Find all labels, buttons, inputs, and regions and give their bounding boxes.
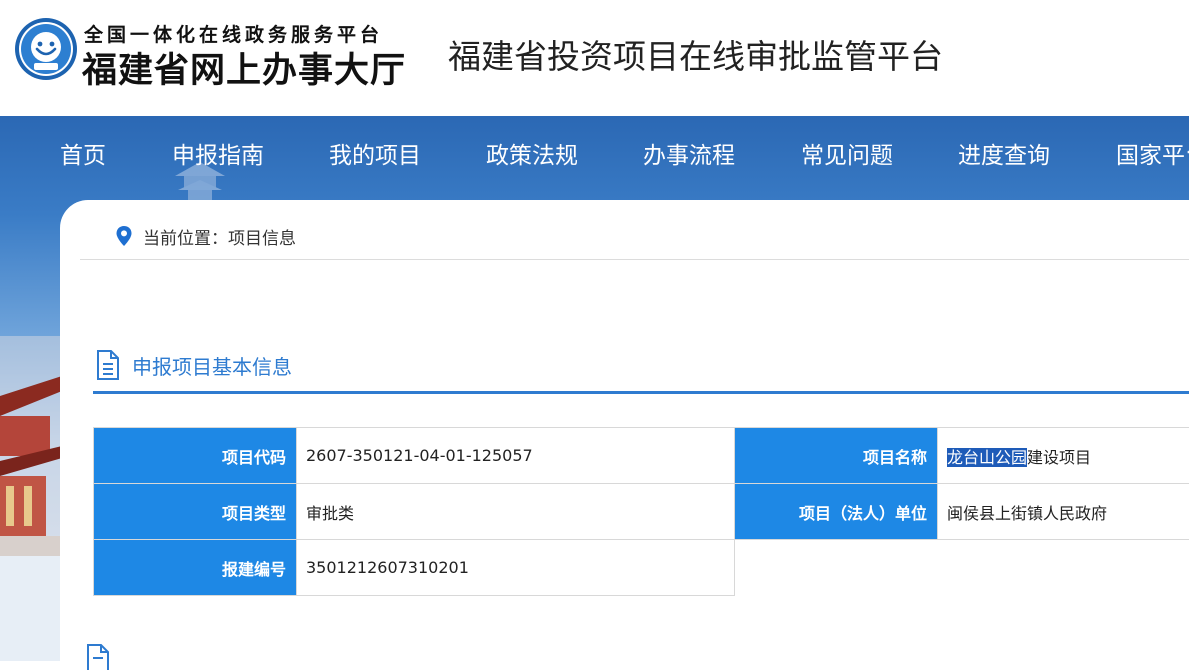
content-card: 当前位置：项目信息 申报项目基本信息 项目代码 2607-350121-04-0… [60, 200, 1189, 670]
empty-cell [735, 540, 1189, 596]
nav-item-faq[interactable]: 常见问题 [801, 136, 893, 170]
nav-item-policies[interactable]: 政策法规 [486, 136, 578, 170]
project-code-label: 项目代码 [94, 428, 297, 484]
site-title: 福建省投资项目在线审批监管平台 [448, 30, 943, 78]
project-name-selected-text: 龙台山公园 [947, 448, 1027, 467]
nav-item-home[interactable]: 首页 [60, 136, 106, 170]
table-row: 项目类型 审批类 项目（法人）单位 闽侯县上街镇人民政府 [94, 484, 1189, 540]
project-name-rest-text: 建设项目 [1027, 448, 1091, 467]
report-no-value: 3501212607310201 [297, 540, 735, 596]
next-section-header [86, 644, 122, 670]
document-icon [96, 350, 120, 380]
main-nav: 首页 申报指南 我的项目 政策法规 办事流程 常见问题 进度查询 国家平台 [0, 116, 1189, 188]
nav-item-national-platform[interactable]: 国家平台 [1116, 136, 1189, 170]
nav-item-guide[interactable]: 申报指南 [172, 136, 264, 170]
location-pin-icon [115, 225, 133, 247]
table-row: 报建编号 3501212607310201 [94, 540, 1189, 596]
report-no-label: 报建编号 [94, 540, 297, 596]
nav-item-process[interactable]: 办事流程 [643, 136, 735, 170]
unit-label: 项目（法人）单位 [735, 484, 938, 540]
unit-value: 闽侯县上街镇人民政府 [938, 484, 1189, 540]
section-title: 申报项目基本信息 [132, 351, 292, 380]
project-type-value: 审批类 [297, 484, 735, 540]
section-header-basic-info: 申报项目基本信息 [96, 340, 292, 380]
project-type-label: 项目类型 [94, 484, 297, 540]
breadcrumb-text: 当前位置：项目信息 [143, 224, 296, 249]
site-header: 全国一体化在线政务服务平台 福建省网上办事大厅 福建省投资项目在线审批监管平台 [0, 0, 1189, 116]
section-divider [93, 391, 1189, 394]
breadcrumb: 当前位置：项目信息 [115, 222, 296, 250]
project-name-value: 龙台山公园建设项目 [938, 428, 1189, 484]
table-row: 项目代码 2607-350121-04-01-125057 项目名称 龙台山公园… [94, 428, 1189, 484]
logo-title: 福建省网上办事大厅 [82, 42, 406, 93]
breadcrumb-divider [80, 259, 1189, 260]
project-name-label: 项目名称 [735, 428, 938, 484]
document-icon [86, 644, 110, 670]
smiley-emblem-icon[interactable] [14, 17, 78, 81]
temple-decoration [0, 336, 62, 661]
nav-item-my-projects[interactable]: 我的项目 [329, 136, 421, 170]
nav-item-progress[interactable]: 进度查询 [958, 136, 1050, 170]
project-info-table: 项目代码 2607-350121-04-01-125057 项目名称 龙台山公园… [93, 427, 1189, 596]
project-code-value: 2607-350121-04-01-125057 [297, 428, 735, 484]
